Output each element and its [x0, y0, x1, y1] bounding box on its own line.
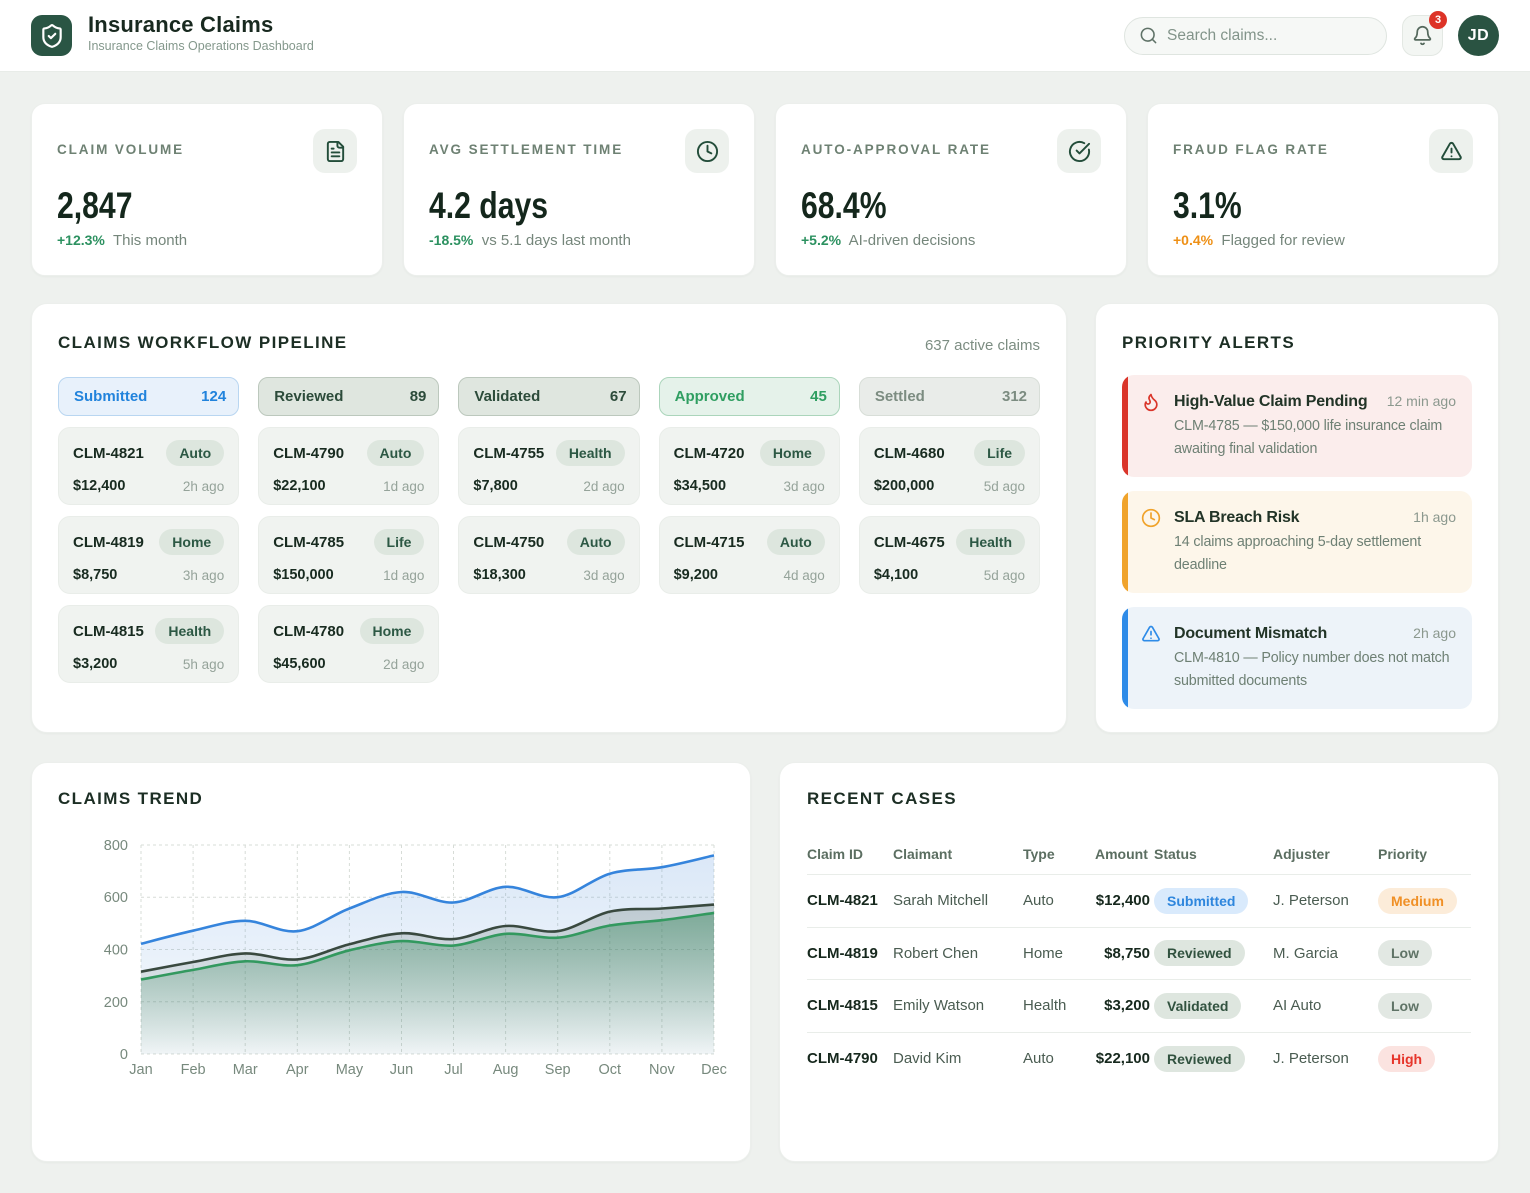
svg-text:0: 0	[120, 1047, 128, 1063]
svg-text:200: 200	[104, 995, 128, 1011]
svg-text:400: 400	[104, 943, 128, 959]
svg-text:Oct: Oct	[599, 1062, 622, 1078]
svg-text:Jul: Jul	[444, 1062, 463, 1078]
svg-text:Dec: Dec	[701, 1062, 727, 1078]
svg-text:800: 800	[104, 838, 128, 854]
svg-text:Sep: Sep	[545, 1062, 571, 1078]
svg-text:600: 600	[104, 890, 128, 906]
svg-text:Jun: Jun	[390, 1062, 413, 1078]
svg-text:May: May	[336, 1062, 364, 1078]
svg-text:Nov: Nov	[649, 1062, 676, 1078]
svg-text:Aug: Aug	[493, 1062, 519, 1078]
svg-text:Feb: Feb	[181, 1062, 206, 1078]
svg-text:Mar: Mar	[233, 1062, 258, 1078]
svg-text:Apr: Apr	[286, 1062, 309, 1078]
svg-text:Jan: Jan	[129, 1062, 152, 1078]
